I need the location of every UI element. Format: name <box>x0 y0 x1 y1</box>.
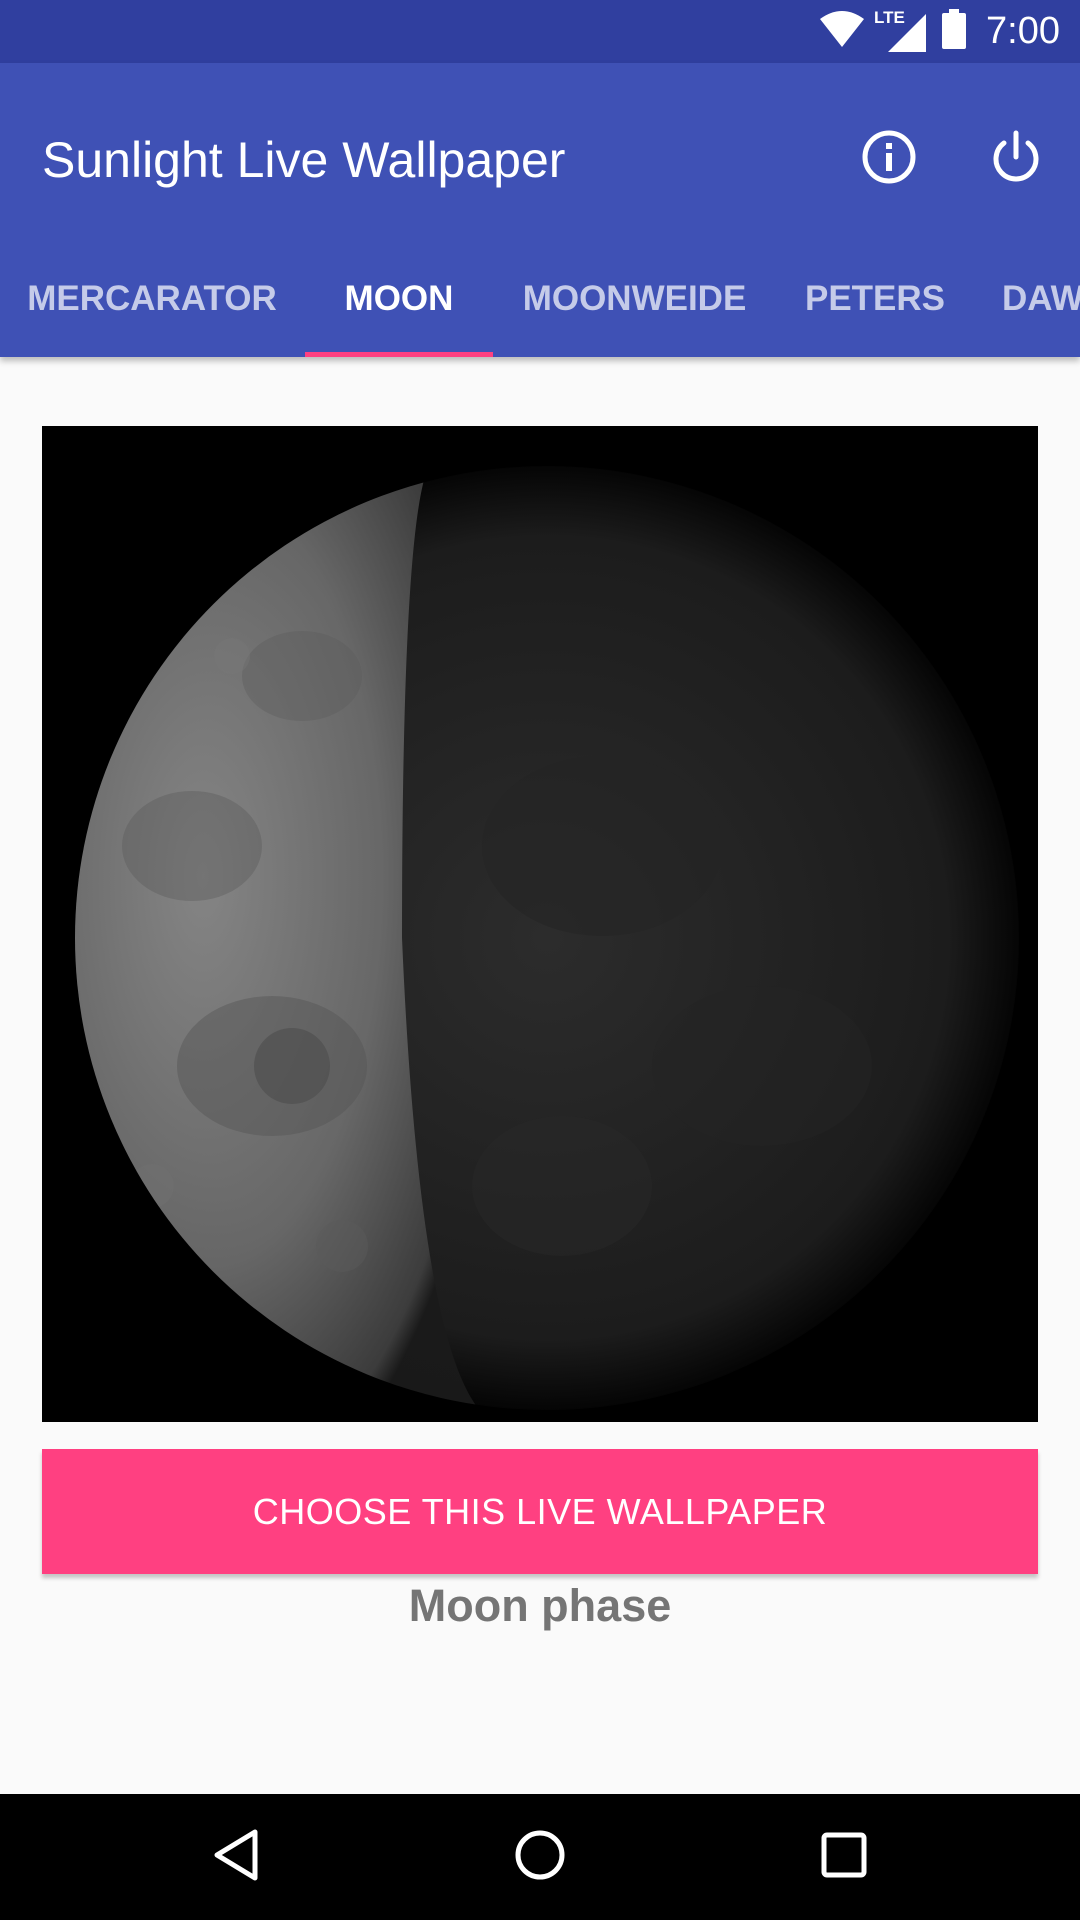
status-icons: LTE 7:00 <box>818 0 1060 63</box>
home-icon <box>513 1828 567 1887</box>
choose-wallpaper-button[interactable]: CHOOSE THIS LIVE WALLPAPER <box>42 1449 1038 1574</box>
power-button[interactable] <box>980 123 1052 195</box>
wallpaper-caption: Moon phase <box>408 1580 672 1631</box>
lte-label: LTE <box>874 7 905 27</box>
tab-moon[interactable]: MOON <box>305 240 493 357</box>
back-button[interactable] <box>196 1817 276 1897</box>
status-bar: LTE 7:00 <box>0 0 1080 63</box>
app-bar: Sunlight Live Wallpaper MERCARATOR MOON … <box>0 63 1080 357</box>
wifi-icon <box>818 9 866 54</box>
info-button[interactable] <box>853 123 925 195</box>
battery-icon <box>942 9 967 54</box>
home-button[interactable] <box>500 1817 580 1897</box>
recents-icon <box>820 1831 868 1884</box>
moon-preview-image <box>42 426 1038 1422</box>
recents-button[interactable] <box>804 1817 884 1897</box>
tab-moonweide[interactable]: MOONWEIDE <box>518 240 751 357</box>
tab-peters[interactable]: PETERS <box>800 240 950 357</box>
info-icon <box>861 129 917 190</box>
back-icon <box>211 1828 261 1887</box>
app-title: Sunlight Live Wallpaper <box>42 132 566 188</box>
tab-bar: MERCARATOR MOON MOONWEIDE PETERS DAW <box>0 240 1080 357</box>
tab-daw[interactable]: DAW <box>1002 240 1080 357</box>
tab-indicator <box>305 352 493 357</box>
lte-signal-icon: LTE <box>874 8 928 54</box>
power-icon <box>988 129 1044 190</box>
navigation-bar <box>0 1794 1080 1920</box>
status-time: 7:00 <box>986 10 1060 52</box>
tab-mercarator[interactable]: MERCARATOR <box>22 240 282 357</box>
